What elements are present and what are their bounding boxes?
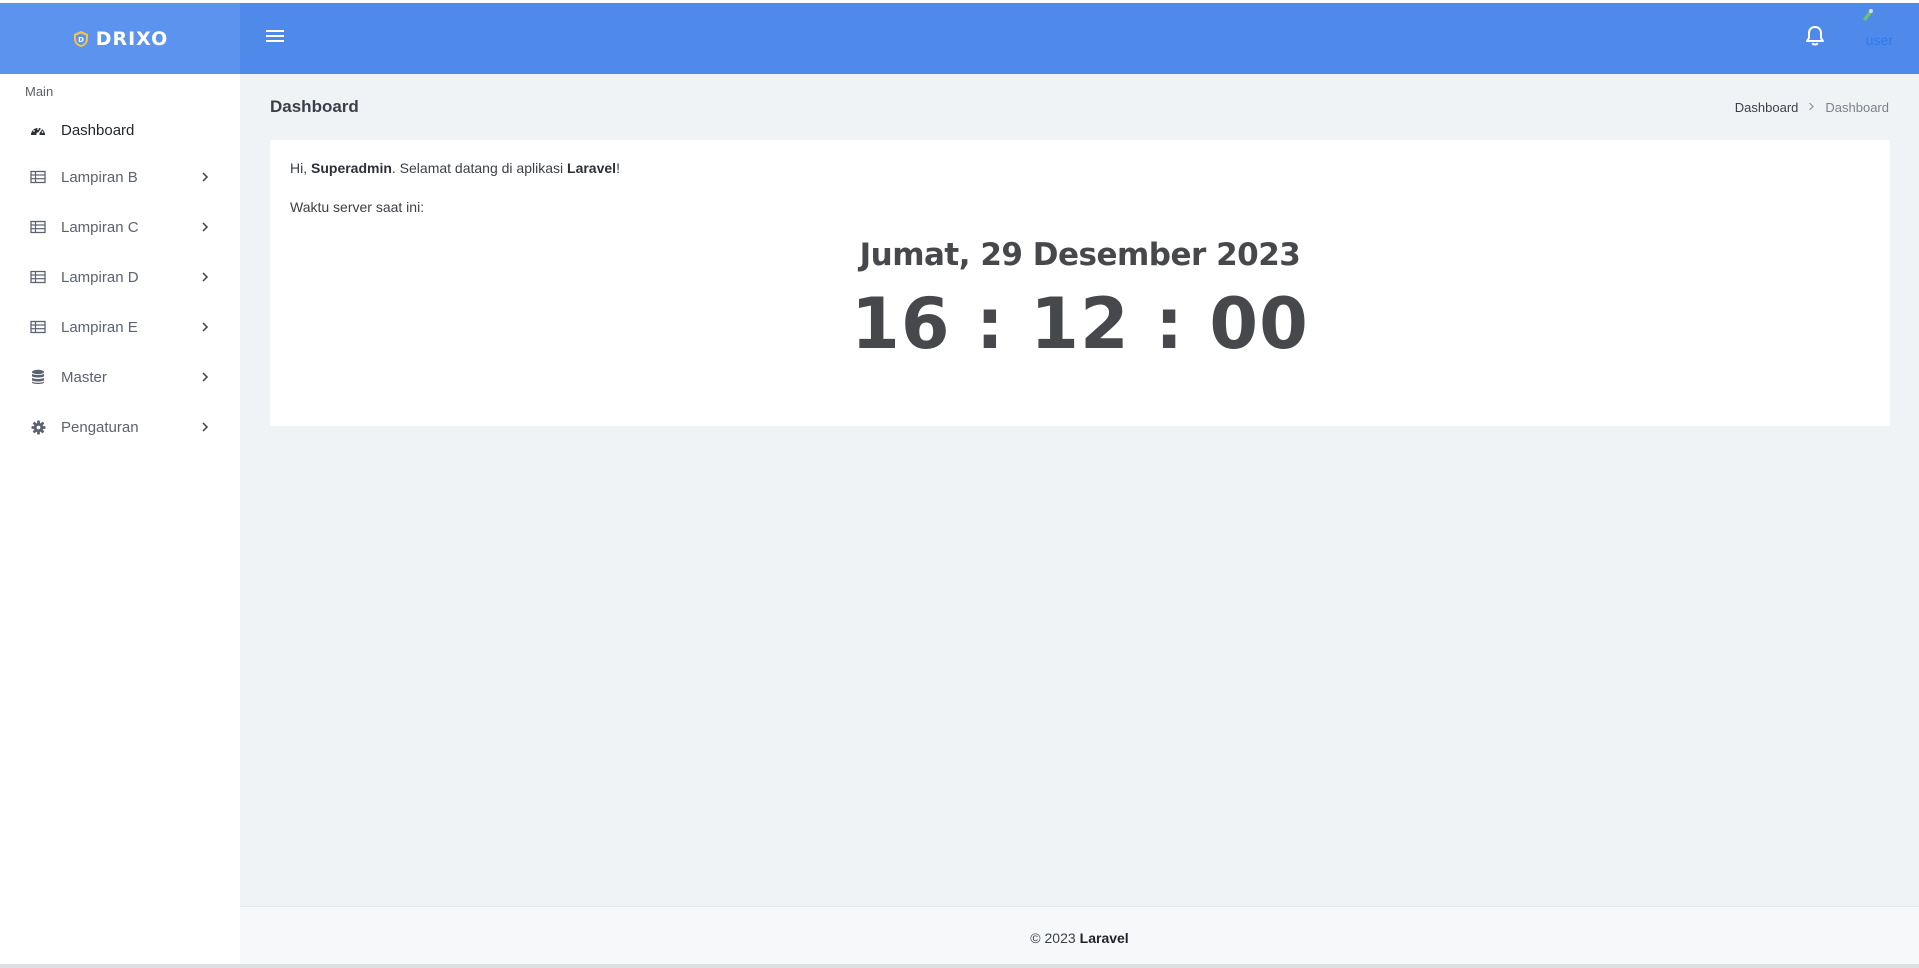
sidebar: Main Dashboard Lampiran B Lampiran C Lam…: [0, 74, 240, 968]
chevron-right-icon: [1808, 100, 1815, 114]
page-title: Dashboard: [270, 97, 359, 116]
sidebar-item-pengaturan[interactable]: Pengaturan: [0, 402, 240, 452]
brand-name: DRIXO: [95, 27, 169, 50]
welcome-app-name: Laravel: [567, 160, 617, 176]
sidebar-item-lampiran-b[interactable]: Lampiran B: [0, 152, 240, 202]
footer-copyright: © 2023: [1030, 929, 1076, 946]
chevron-right-icon: [200, 272, 210, 282]
svg-text:D: D: [78, 36, 84, 44]
welcome-card: Hi, Superadmin. Selamat datang di aplika…: [270, 140, 1890, 426]
table-icon: [30, 219, 46, 235]
welcome-prefix: Hi,: [290, 160, 311, 176]
bottom-edge: [0, 964, 1919, 968]
user-menu[interactable]: user: [1862, 8, 1893, 48]
chevron-right-icon: [200, 222, 210, 232]
sidebar-item-label: Dashboard: [61, 121, 135, 139]
sidebar-item-label: Lampiran D: [61, 268, 139, 286]
sidebar-item-dashboard[interactable]: Dashboard: [0, 108, 240, 152]
chevron-right-icon: [200, 322, 210, 332]
welcome-user: Superadmin: [311, 160, 392, 176]
server-time-label: Waktu server saat ini:: [290, 199, 425, 215]
page-header: Dashboard Dashboard Dashboard: [270, 92, 1889, 122]
app-root: D DRIXO user Main Dashboard Lampiran B L…: [0, 0, 1919, 968]
shield-logo-icon: D: [72, 30, 90, 48]
breadcrumb-link[interactable]: Dashboard: [1735, 100, 1799, 115]
sidebar-item-label: Master: [61, 368, 107, 386]
welcome-suffix: !: [616, 160, 620, 176]
notifications-button[interactable]: [1800, 24, 1830, 54]
gear-icon: [30, 419, 46, 435]
bell-icon: [1805, 25, 1825, 52]
top-navbar: D DRIXO user: [0, 3, 1919, 74]
sidebar-item-label: Lampiran B: [61, 168, 138, 186]
footer-app-name: Laravel: [1079, 929, 1129, 946]
sidebar-item-lampiran-d[interactable]: Lampiran D: [0, 252, 240, 302]
server-clock: 16 : 12 : 00: [851, 283, 1309, 365]
table-icon: [30, 319, 46, 335]
dashboard-icon: [30, 122, 46, 138]
server-date: Jumat, 29 Desember 2023: [859, 237, 1301, 273]
topbar-right: user: [1800, 3, 1919, 74]
chevron-right-icon: [200, 172, 210, 182]
main-content: Dashboard Dashboard Dashboard Hi, Supera…: [240, 74, 1919, 906]
user-label: user: [1865, 31, 1893, 48]
breadcrumb: Dashboard Dashboard: [1735, 100, 1889, 115]
avatar-icon: [1860, 8, 1874, 22]
sidebar-section-title: Main: [25, 84, 54, 99]
menu-toggle-button[interactable]: [260, 24, 290, 54]
welcome-message: Hi, Superadmin. Selamat datang di aplika…: [290, 160, 1870, 180]
table-icon: [30, 269, 46, 285]
footer: © 2023 Laravel: [240, 906, 1919, 968]
chevron-right-icon: [200, 372, 210, 382]
breadcrumb-current: Dashboard: [1825, 99, 1889, 115]
sidebar-item-label: Lampiran E: [61, 318, 138, 336]
sidebar-item-master[interactable]: Master: [0, 352, 240, 402]
menu-icon: [265, 28, 285, 49]
chevron-right-icon: [200, 422, 210, 432]
sidebar-item-label: Lampiran C: [61, 218, 139, 236]
table-icon: [30, 169, 46, 185]
sidebar-item-lampiran-c[interactable]: Lampiran C: [0, 202, 240, 252]
sidebar-item-label: Pengaturan: [61, 418, 139, 436]
sidebar-item-lampiran-e[interactable]: Lampiran E: [0, 302, 240, 352]
database-icon: [30, 369, 46, 385]
brand[interactable]: D DRIXO: [0, 3, 240, 74]
welcome-middle: . Selamat datang di aplikasi: [391, 160, 568, 176]
